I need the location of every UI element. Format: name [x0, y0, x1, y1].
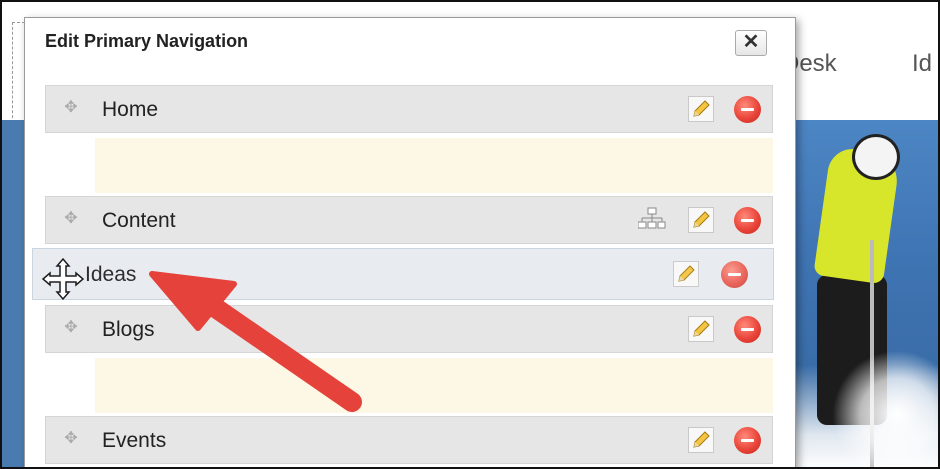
move-handle-icon[interactable]: ✥ — [62, 99, 80, 117]
pencil-icon[interactable] — [688, 316, 714, 342]
close-button[interactable]: ✕ — [735, 30, 767, 56]
snow-spray — [832, 350, 938, 467]
pencil-icon[interactable] — [688, 427, 714, 453]
dragged-nav-item-ideas[interactable]: Ideas — [32, 248, 774, 301]
nav-item-label: Ideas — [85, 263, 137, 286]
skier-helmet — [852, 134, 900, 180]
move-handle-icon[interactable]: ✥ — [62, 210, 80, 228]
edit-navigation-dialog: Edit Primary Navigation ✕ ✥ Home ✥ Conte… — [24, 17, 796, 467]
remove-icon[interactable] — [721, 261, 748, 288]
remove-icon[interactable] — [734, 427, 761, 454]
nav-item-content[interactable]: ✥ Content — [45, 196, 773, 244]
nav-item-label: Home — [102, 98, 159, 121]
remove-icon[interactable] — [734, 207, 761, 234]
pencil-icon[interactable] — [673, 261, 699, 287]
screenshot-frame: Desk Id Edit Primary Navigation ✕ ✥ Home… — [0, 0, 940, 469]
sitemap-icon[interactable] — [637, 207, 666, 233]
dialog-title: Edit Primary Navigation — [45, 31, 249, 51]
nav-item-events[interactable]: ✥ Events — [45, 416, 773, 464]
nav-item-home[interactable]: ✥ Home — [45, 85, 773, 133]
background-banner-strip — [2, 120, 24, 467]
nav-item-label: Events — [102, 429, 167, 452]
nav-item-blogs[interactable]: ✥ Blogs — [45, 305, 773, 353]
pencil-icon[interactable] — [688, 207, 714, 233]
nav-item-label: Content — [102, 209, 176, 232]
dialog-header: Edit Primary Navigation ✕ — [25, 18, 795, 68]
banner-image — [792, 120, 938, 467]
move-cursor-icon — [41, 257, 85, 301]
move-handle-icon[interactable]: ✥ — [62, 430, 80, 448]
nav-item-label: Blogs — [102, 318, 155, 341]
remove-icon[interactable] — [734, 316, 761, 343]
drop-zone — [95, 358, 773, 413]
move-handle-icon[interactable]: ✥ — [62, 319, 80, 337]
background-nav-item[interactable]: Id — [912, 50, 932, 78]
pencil-icon[interactable] — [688, 96, 714, 122]
drop-zone — [95, 138, 773, 193]
remove-icon[interactable] — [734, 96, 761, 123]
